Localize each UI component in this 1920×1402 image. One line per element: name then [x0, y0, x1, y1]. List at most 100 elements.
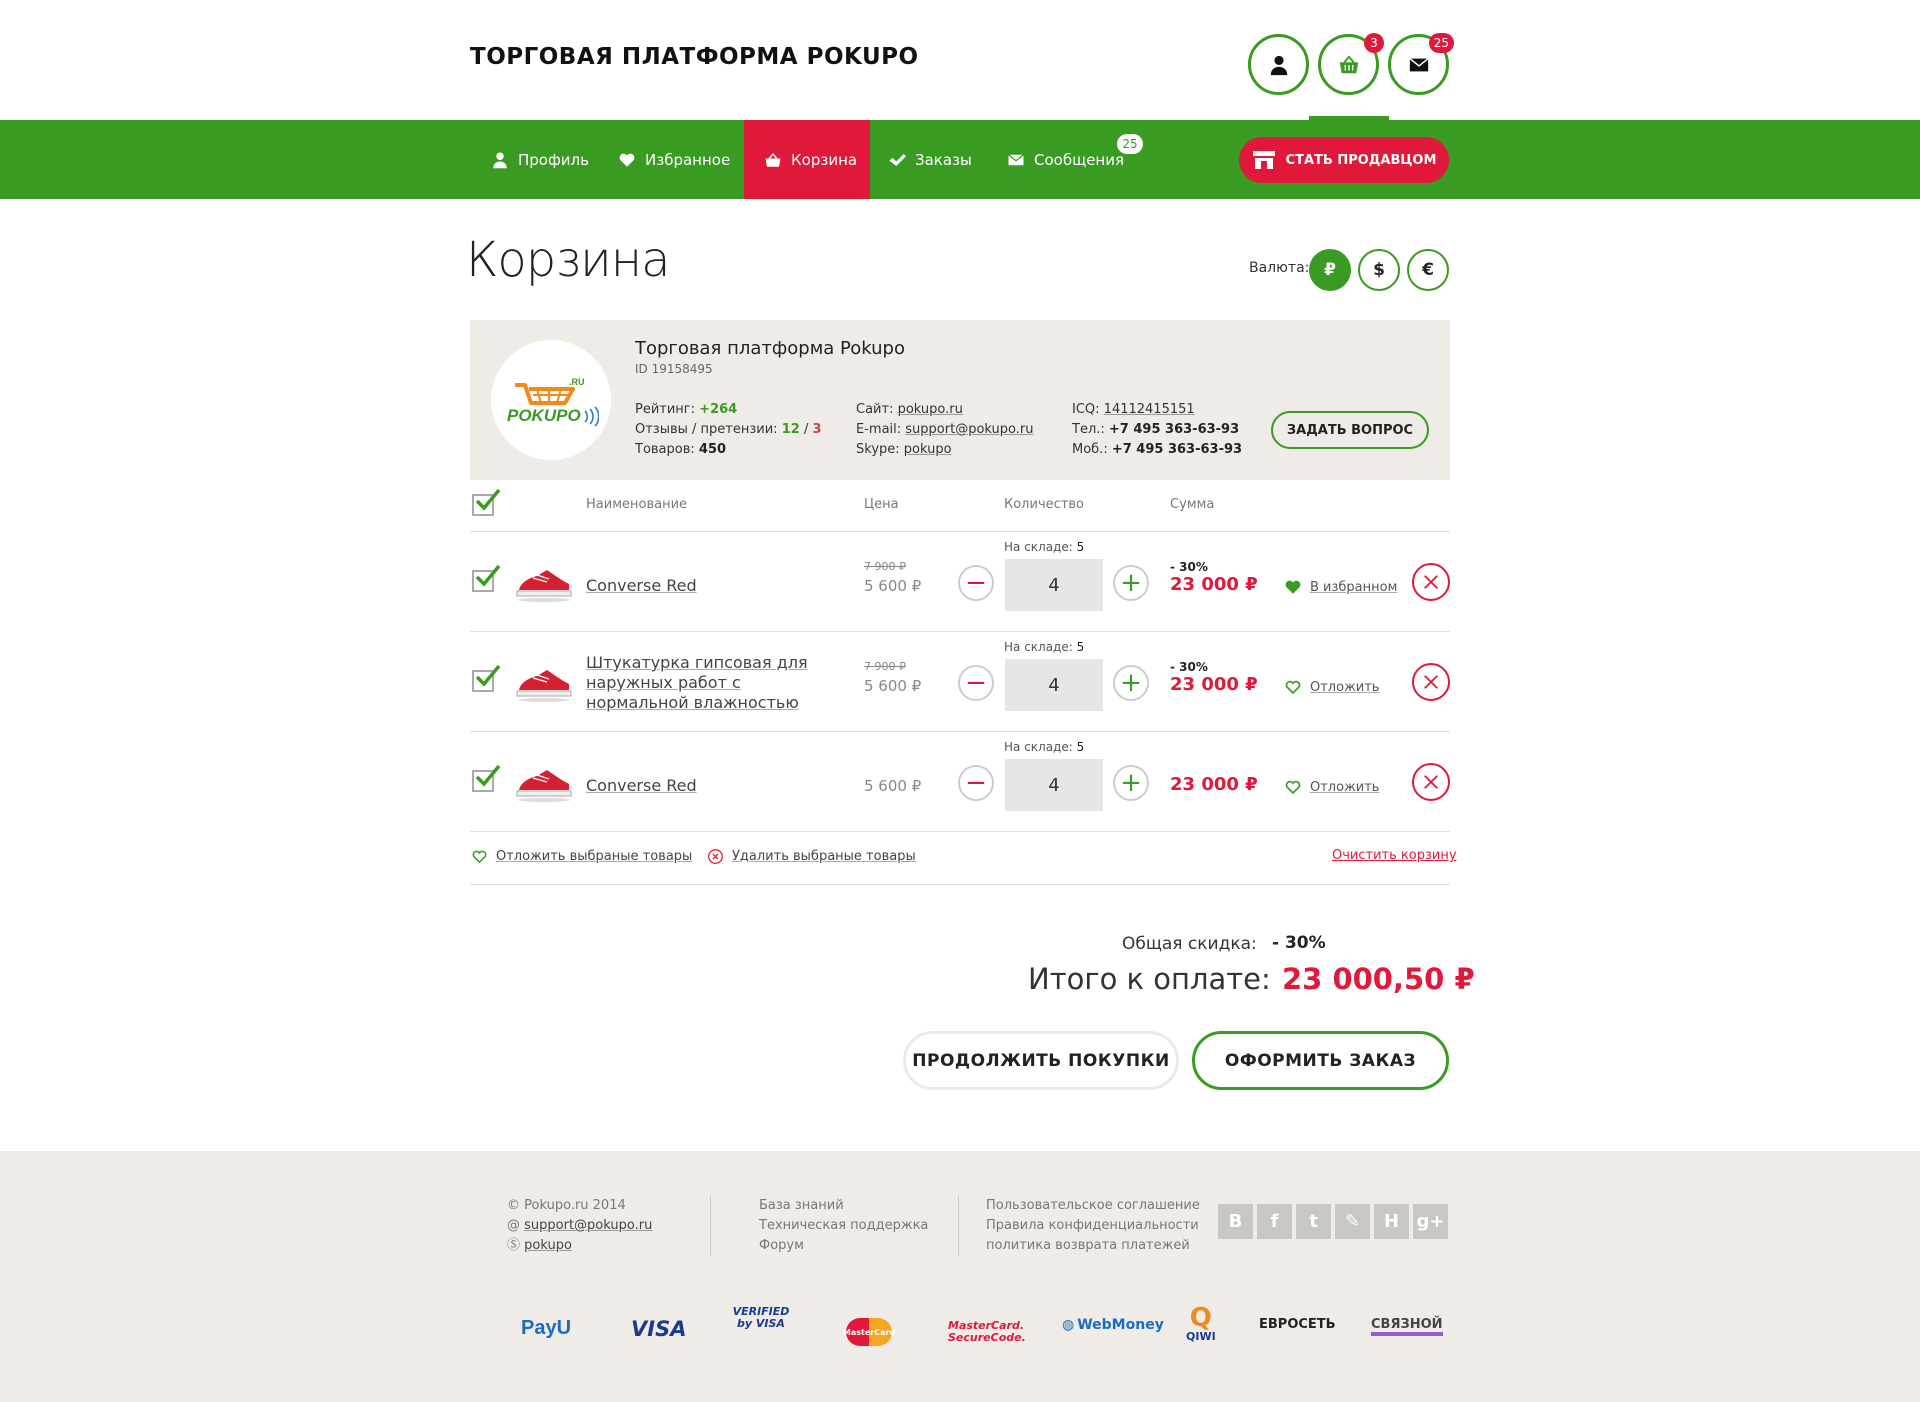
stock-info: На складе: 5 — [1004, 740, 1085, 754]
facebook-icon[interactable]: f — [1257, 1204, 1292, 1239]
messages-button[interactable]: 25 — [1388, 33, 1454, 95]
footer-skype-link[interactable]: pokupo — [524, 1238, 572, 1253]
twitter-icon[interactable]: t — [1296, 1204, 1331, 1239]
seller-email-link[interactable]: support@pokupo.ru — [905, 422, 1033, 437]
total-discount-value: - 30% — [1272, 933, 1326, 953]
heart-icon — [619, 153, 635, 167]
qty-plus-button[interactable]: + — [1113, 665, 1149, 701]
qty-input[interactable]: 4 — [1005, 659, 1103, 711]
footer-link[interactable]: Правила конфиденциальности — [986, 1216, 1200, 1236]
divider — [710, 1196, 711, 1256]
product-name-link[interactable]: Converse Red — [586, 776, 846, 796]
heart-outline-icon — [472, 850, 487, 864]
postpone-selected-link[interactable]: Отложить выбраные товары — [471, 848, 692, 865]
livejournal-icon[interactable]: ✎ — [1335, 1204, 1370, 1239]
product-image[interactable] — [515, 564, 573, 604]
product-name-link[interactable]: Штукатурка гипсовая для наружных работ с… — [586, 653, 846, 713]
nav-item-favorites[interactable]: Избранное — [618, 120, 730, 199]
continue-shopping-button[interactable]: ПРОДОЛЖИТЬ ПОКУПКИ — [903, 1031, 1179, 1090]
close-icon — [1424, 675, 1438, 689]
remove-item-button[interactable] — [1412, 563, 1450, 601]
visa-logo: VISA — [631, 1317, 687, 1341]
at-icon: @ — [507, 1218, 520, 1233]
page-title: Корзина — [466, 232, 671, 288]
check-icon — [475, 664, 501, 687]
seller-contacts-phone: ICQ: 14112415151 Тел.: +7 495 363-63-93 … — [1072, 402, 1243, 457]
svyaznoy-logo: СВЯЗНОЙ — [1371, 1317, 1443, 1336]
footer-link[interactable]: Пользовательское соглашение — [986, 1196, 1200, 1216]
footer-link[interactable]: политика возврата платежей — [986, 1236, 1200, 1256]
check-icon — [475, 564, 501, 587]
qiwi-logo: Q QIWI — [1186, 1303, 1216, 1343]
stock-info: На складе: 5 — [1004, 640, 1085, 654]
seller-name[interactable]: Торговая платформа Pokupo — [635, 338, 905, 359]
google-plus-icon[interactable]: g+ — [1413, 1204, 1448, 1239]
row-checkbox[interactable] — [472, 564, 501, 592]
ask-question-button[interactable]: ЗАДАТЬ ВОПРОС — [1271, 411, 1429, 449]
svg-text:POKUPO: POKUPO — [507, 406, 581, 425]
seller-site-link[interactable]: pokupo.ru — [898, 402, 963, 417]
qty-plus-button[interactable]: + — [1113, 565, 1149, 601]
row-checkbox[interactable] — [472, 664, 501, 692]
nav-item-profile[interactable]: Профиль — [491, 120, 589, 199]
checkout-button[interactable]: ОФОРМИТЬ ЗАКАЗ — [1192, 1031, 1449, 1090]
currency-label: Валюта: — [1249, 260, 1310, 276]
currency-rub-button[interactable]: ₽ — [1309, 249, 1351, 291]
footer-link[interactable]: Техническая поддержка — [759, 1216, 928, 1236]
qty-input[interactable]: 4 — [1005, 759, 1103, 811]
check-icon — [475, 764, 501, 787]
postpone-toggle[interactable]: Отложить — [1284, 678, 1379, 696]
remove-item-button[interactable] — [1412, 663, 1450, 701]
footer-links-2: Пользовательское соглашение Правила конф… — [986, 1196, 1200, 1256]
brand-title[interactable]: ТОРГОВАЯ ПЛАТФОРМА POKUPO — [470, 44, 919, 70]
qty-plus-button[interactable]: + — [1113, 765, 1149, 801]
nav-item-label: Сообщения — [1034, 150, 1125, 169]
seller-skype-link[interactable]: pokupo — [904, 442, 952, 457]
nav-item-cart[interactable]: Корзина — [744, 120, 870, 199]
seller-panel: .RU POKUPO Торговая платформа Pokupo ID … — [470, 320, 1450, 480]
row-checkbox[interactable] — [472, 764, 501, 792]
product-image[interactable] — [515, 764, 573, 804]
clear-cart-link[interactable]: Очистить корзину — [1332, 848, 1457, 863]
habr-icon[interactable]: Н — [1374, 1204, 1409, 1239]
remove-item-button[interactable] — [1412, 763, 1450, 801]
select-all-checkbox[interactable] — [472, 488, 501, 516]
nav-item-label: Заказы — [915, 150, 972, 169]
become-seller-button[interactable]: СТАТЬ ПРОДАВЦОМ — [1239, 137, 1449, 183]
delete-selected-link[interactable]: Удалить выбраные товары — [707, 848, 916, 865]
nav-item-orders[interactable]: Заказы — [888, 120, 972, 199]
divider — [470, 831, 1450, 832]
favorite-toggle[interactable]: В избранном — [1284, 578, 1397, 596]
check-icon — [475, 488, 501, 511]
mastercard-securecode-logo: MasterCard. SecureCode. — [948, 1319, 1026, 1344]
qty-minus-button[interactable]: − — [958, 665, 994, 701]
qty-minus-button[interactable]: − — [958, 565, 994, 601]
total-value: 23 000,50 ₽ — [1282, 962, 1475, 996]
divider — [958, 1196, 959, 1256]
footer-link[interactable]: Форум — [759, 1236, 928, 1256]
footer-email-link[interactable]: support@pokupo.ru — [524, 1218, 652, 1233]
currency-eur-button[interactable]: € — [1407, 249, 1449, 291]
nav-item-messages[interactable]: Сообщения — [1007, 120, 1124, 199]
cart-button[interactable]: 3 — [1318, 33, 1384, 95]
envelope-icon — [1008, 153, 1024, 165]
profile-button[interactable] — [1248, 34, 1309, 95]
price: 5 600 ₽ — [864, 677, 922, 695]
product-name-link[interactable]: Converse Red — [586, 576, 846, 596]
price: 5 600 ₽ — [864, 777, 922, 795]
postpone-toggle[interactable]: Отложить — [1284, 778, 1379, 796]
webmoney-logo: ◍ WebMoney — [1062, 1317, 1164, 1333]
product-image[interactable] — [515, 664, 573, 704]
become-seller-label: СТАТЬ ПРОДАВЦОМ — [1285, 152, 1437, 168]
seller-contacts-web: Сайт: pokupo.ru E-mail: support@pokupo.r… — [856, 402, 1034, 457]
qty-minus-button[interactable]: − — [958, 765, 994, 801]
currency-usd-button[interactable]: $ — [1358, 249, 1400, 291]
old-price: 7 900 ₽ — [864, 560, 906, 573]
euroset-logo: ЕВРОСЕТЬ — [1259, 1317, 1336, 1332]
footer-link[interactable]: База знаний — [759, 1196, 928, 1216]
vk-icon[interactable]: B — [1218, 1204, 1253, 1239]
col-header-sum: Сумма — [1170, 497, 1215, 512]
qty-input[interactable]: 4 — [1005, 559, 1103, 611]
user-icon — [1270, 55, 1287, 75]
total-discount-label: Общая скидка: — [1122, 934, 1257, 954]
